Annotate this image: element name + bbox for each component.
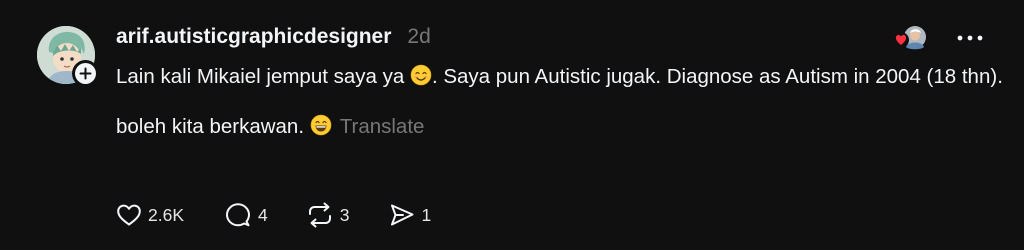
post-actions: 2.6K 4 3 1 — [116, 201, 431, 229]
thread-post: arif.autisticgraphicdesigner 2d Lain kal… — [0, 0, 1024, 250]
more-icon — [957, 35, 983, 41]
translate-link[interactable]: Translate — [340, 115, 425, 138]
repost-icon — [308, 202, 331, 228]
post-body: Lain kali Mikaiel jemput saya ya . Saya … — [116, 61, 1006, 143]
post-text: . Saya pun Autistic jugak. Diagnose as A… — [431, 65, 1003, 88]
follow-plus-icon — [75, 63, 96, 84]
share-icon — [391, 204, 414, 226]
follow-button[interactable] — [72, 60, 99, 87]
author-username[interactable]: arif.autisticgraphicdesigner — [116, 25, 391, 49]
repost-count: 3 — [339, 204, 350, 225]
author-avatar-container — [37, 26, 99, 87]
share-button[interactable]: 1 — [389, 202, 431, 228]
post-text: boleh kita berkawan. — [116, 115, 310, 138]
smiling-face-emoji — [410, 64, 432, 86]
post-paragraph-2: boleh kita berkawan. Translate — [116, 111, 1006, 143]
liked-by-avatars[interactable] — [892, 25, 928, 51]
post-text: Lain kali Mikaiel jemput saya ya — [116, 65, 410, 88]
post-timestamp[interactable]: 2d — [407, 25, 430, 49]
reply-button[interactable]: 4 — [224, 202, 268, 228]
more-options-button[interactable] — [950, 26, 990, 50]
grinning-face-emoji — [310, 114, 332, 136]
heart-icon — [117, 204, 141, 226]
like-count: 2.6K — [148, 204, 184, 225]
post-paragraph-1: Lain kali Mikaiel jemput saya ya . Saya … — [116, 61, 1006, 93]
like-button[interactable]: 2.6K — [116, 203, 184, 227]
share-count: 1 — [421, 204, 432, 225]
repost-button[interactable]: 3 — [306, 202, 350, 228]
reply-icon — [226, 203, 250, 227]
reply-count: 4 — [258, 204, 268, 225]
post-header: arif.autisticgraphicdesigner 2d — [116, 25, 431, 49]
